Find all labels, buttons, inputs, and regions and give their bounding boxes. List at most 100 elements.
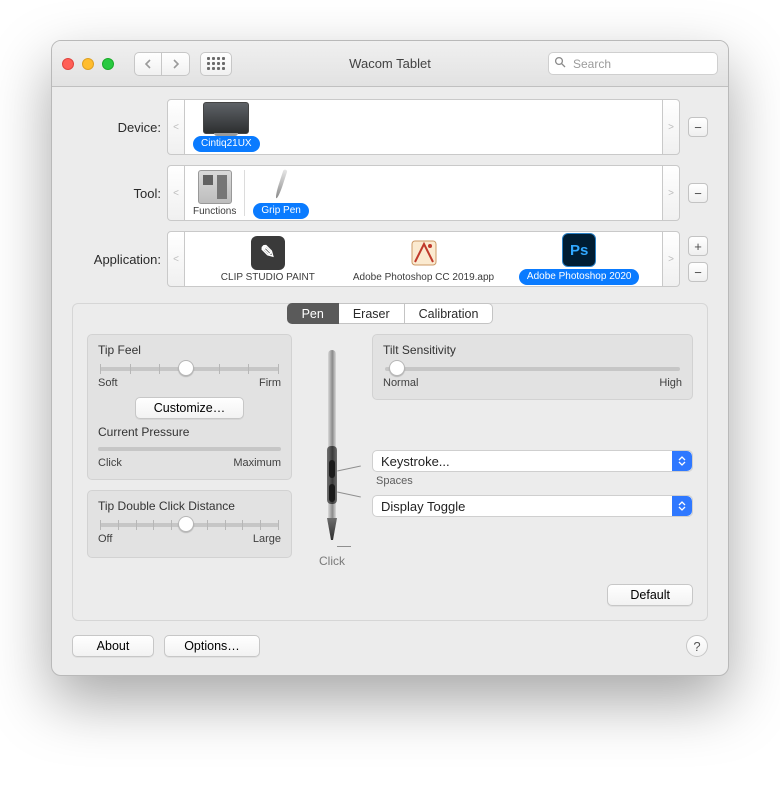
pen-upper-button-sub: Spaces	[376, 475, 693, 487]
device-row: Device: < Cintiq21UX > −	[72, 99, 708, 155]
close-window-button[interactable]	[62, 58, 74, 70]
titlebar: Wacom Tablet	[52, 41, 728, 87]
tilt-group: Tilt Sensitivity Normal High	[372, 334, 693, 400]
tab-calibration[interactable]: Calibration	[405, 303, 494, 324]
tool-item-grip-pen[interactable]: Grip Pen	[253, 167, 308, 219]
tip-feel-title: Tip Feel	[98, 343, 281, 357]
device-strip: Cintiq21UX	[185, 99, 662, 155]
pen-lower-button-value: Display Toggle	[381, 499, 465, 514]
chevron-left-icon	[144, 59, 152, 69]
tab-pen[interactable]: Pen	[287, 303, 339, 324]
double-click-min: Off	[98, 533, 112, 545]
options-button[interactable]: Options…	[164, 635, 260, 657]
search-field-wrap	[548, 52, 718, 75]
tip-feel-group: Tip Feel Soft Firm Customize… Current Pr…	[87, 334, 292, 480]
device-label: Device:	[72, 120, 167, 135]
pen-upper-button-value: Keystroke...	[381, 454, 450, 469]
tilt-max: High	[659, 377, 682, 389]
application-row: Application: < ✎ CLIP STUDIO PAINT Adobe…	[72, 231, 708, 287]
photoshop-2019-icon	[407, 236, 441, 270]
current-pressure-bar	[98, 447, 281, 451]
settings-panel: Pen Eraser Calibration Tip Feel Soft Fir…	[72, 303, 708, 621]
tip-feel-max: Firm	[259, 377, 281, 389]
tool-remove-button[interactable]: −	[688, 183, 708, 203]
zoom-window-button[interactable]	[102, 58, 114, 70]
double-click-title: Tip Double Click Distance	[98, 499, 281, 513]
tilt-slider[interactable]	[385, 367, 680, 371]
application-scroll-left[interactable]: <	[167, 231, 185, 287]
clip-studio-icon: ✎	[251, 236, 285, 270]
photoshop-2020-icon: Ps	[562, 233, 596, 267]
application-item-label: Adobe Photoshop CC 2019.app	[353, 272, 494, 283]
pen-illustration	[321, 350, 343, 550]
search-input[interactable]	[548, 52, 718, 75]
application-item-label: CLIP STUDIO PAINT	[221, 272, 315, 283]
application-item-csp[interactable]: ✎ CLIP STUDIO PAINT	[193, 236, 343, 283]
help-button[interactable]: ?	[686, 635, 708, 657]
tab-bar: Pen Eraser Calibration	[287, 303, 494, 324]
double-click-max: Large	[253, 533, 281, 545]
application-scroll-right[interactable]: >	[662, 231, 680, 287]
divider	[244, 170, 245, 216]
tip-feel-slider[interactable]	[100, 367, 279, 371]
footer: About Options… ?	[52, 635, 728, 675]
search-icon	[554, 56, 566, 71]
functions-icon	[198, 170, 232, 204]
current-pressure-title: Current Pressure	[98, 425, 281, 439]
device-remove-button[interactable]: −	[688, 117, 708, 137]
tool-item-label: Functions	[193, 206, 236, 217]
grid-icon	[207, 57, 225, 70]
nav-buttons	[134, 52, 190, 76]
double-click-slider[interactable]	[100, 523, 279, 527]
tool-strip: Functions Grip Pen	[185, 165, 662, 221]
device-scroll-right[interactable]: >	[662, 99, 680, 155]
pen-lower-button-select[interactable]: Display Toggle	[372, 495, 693, 517]
pen-upper-button-select[interactable]: Keystroke...	[372, 450, 693, 472]
device-item-cintiq[interactable]: Cintiq21UX	[193, 102, 260, 152]
tool-scroll-left[interactable]: <	[167, 165, 185, 221]
application-item-ps2020[interactable]: Ps Adobe Photoshop 2020	[504, 233, 654, 285]
tool-row: Tool: < Functions Grip Pen > −	[72, 165, 708, 221]
tool-item-label: Grip Pen	[253, 203, 308, 219]
default-button[interactable]: Default	[607, 584, 693, 606]
back-button[interactable]	[134, 52, 162, 76]
pressure-min: Click	[98, 457, 122, 469]
application-label: Application:	[72, 252, 167, 267]
application-add-button[interactable]: +	[688, 236, 708, 256]
application-strip: ✎ CLIP STUDIO PAINT Adobe Photoshop CC 2…	[185, 231, 662, 287]
slider-knob[interactable]	[178, 360, 194, 376]
dropdown-arrows-icon	[672, 496, 692, 516]
pen-icon	[264, 167, 298, 201]
tool-item-functions[interactable]: Functions	[193, 170, 236, 217]
pen-click-label: Click	[319, 554, 345, 568]
pen-lower-button-graphic	[329, 484, 335, 502]
show-all-button[interactable]	[200, 52, 232, 76]
double-click-group: Tip Double Click Distance Off Large	[87, 490, 292, 558]
slider-knob[interactable]	[389, 360, 405, 376]
tilt-title: Tilt Sensitivity	[383, 343, 682, 357]
chevron-right-icon	[172, 59, 180, 69]
preferences-window: Wacom Tablet Device: < Cintiq21UX > − To…	[51, 40, 729, 676]
tool-label: Tool:	[72, 186, 167, 201]
monitor-icon	[203, 102, 249, 134]
slider-knob[interactable]	[178, 516, 194, 532]
application-item-label: Adobe Photoshop 2020	[519, 269, 640, 285]
application-item-ps2019[interactable]: Adobe Photoshop CC 2019.app	[349, 236, 499, 283]
pressure-max: Maximum	[233, 457, 281, 469]
device-item-label: Cintiq21UX	[193, 136, 260, 152]
pen-upper-button-graphic	[329, 460, 335, 478]
tilt-min: Normal	[383, 377, 418, 389]
dropdown-arrows-icon	[672, 451, 692, 471]
tool-scroll-right[interactable]: >	[662, 165, 680, 221]
about-button[interactable]: About	[72, 635, 154, 657]
customize-button[interactable]: Customize…	[135, 397, 245, 419]
tab-eraser[interactable]: Eraser	[339, 303, 405, 324]
tip-feel-min: Soft	[98, 377, 118, 389]
device-scroll-left[interactable]: <	[167, 99, 185, 155]
question-icon: ?	[693, 639, 700, 654]
pen-illustration-column: Click	[302, 334, 362, 568]
application-remove-button[interactable]: −	[688, 262, 708, 282]
window-controls	[62, 58, 114, 70]
forward-button[interactable]	[162, 52, 190, 76]
minimize-window-button[interactable]	[82, 58, 94, 70]
